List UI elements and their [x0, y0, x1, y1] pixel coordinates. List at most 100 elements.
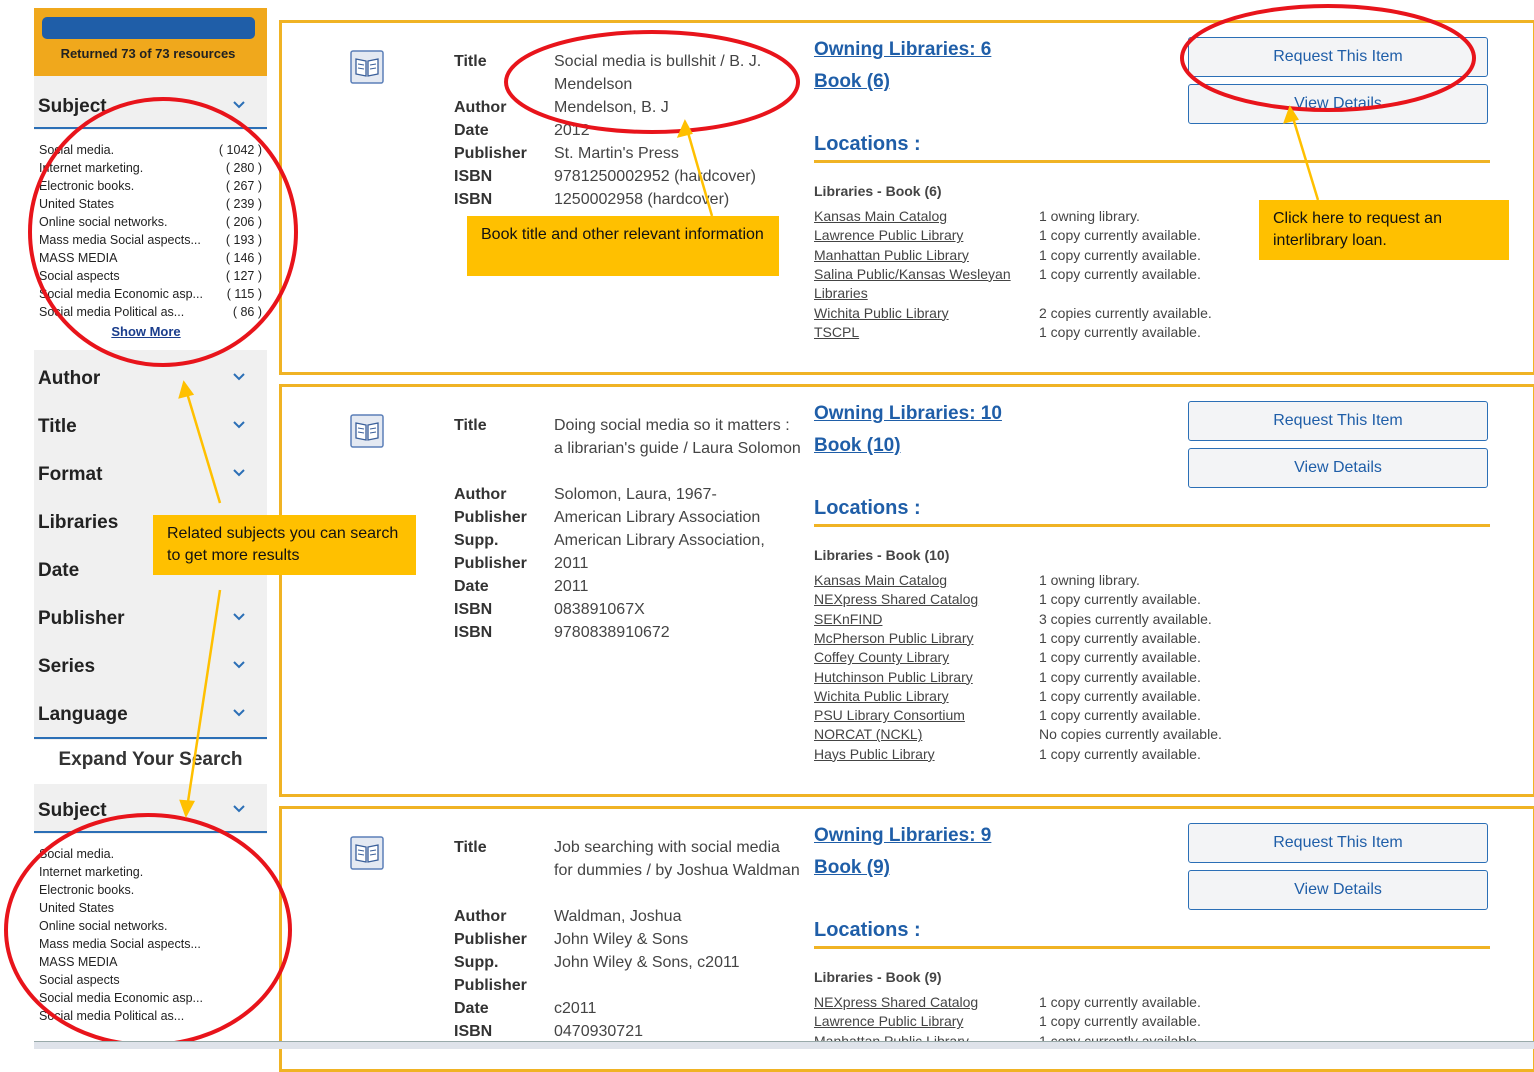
request-item-button[interactable]: Request This Item [1188, 37, 1488, 77]
subject-facet-item[interactable]: Online social networks. ( 206 ) [38, 214, 262, 232]
request-item-button[interactable]: Request This Item [1188, 401, 1488, 441]
facet-language[interactable]: Language [34, 696, 267, 736]
view-details-button[interactable]: View Details [1188, 448, 1488, 488]
field-label: Publisher [454, 145, 527, 162]
format-link[interactable]: Book (6) [814, 71, 890, 93]
library-status: 1 owning library. [1039, 208, 1140, 224]
view-details-button[interactable]: View Details [1188, 870, 1488, 910]
facet-title[interactable]: Title [34, 408, 267, 448]
library-link[interactable]: SEKnFIND [814, 610, 1029, 629]
subject-facet-item[interactable]: Social media Economic asp... ( 115 ) [38, 286, 262, 304]
chevron-down-icon [233, 469, 245, 477]
subject-facet-item[interactable]: Social aspects ( 127 ) [38, 268, 262, 286]
library-status: 1 copy currently available. [1039, 246, 1201, 263]
library-link[interactable]: Salina Public/Kansas Wesleyan Libraries [814, 265, 1029, 303]
format-link[interactable]: Book (10) [814, 435, 901, 457]
chevron-down-icon [233, 709, 245, 717]
subject-facet-item[interactable]: MASS MEDIA ( 146 ) [38, 250, 262, 268]
library-link[interactable]: Lawrence Public Library [814, 1012, 1029, 1031]
facet-format[interactable]: Format [34, 456, 267, 496]
expand-subject-item[interactable]: Social media Political as... [38, 1008, 262, 1026]
field-value: St. Martin's Press [554, 145, 679, 162]
library-status: 1 copy currently available. [1039, 994, 1201, 1010]
expand-subject-item[interactable]: Mass media Social aspects... [38, 936, 262, 954]
library-status: 3 copies currently available. [1039, 610, 1212, 627]
subject-name: Electronic books. [39, 883, 135, 897]
subject-name: United States [39, 197, 115, 211]
library-status: 1 copy currently available. [1039, 591, 1201, 608]
facet-publisher-label: Publisher [38, 608, 125, 629]
book-icon [350, 414, 384, 448]
expand-subject-item[interactable]: MASS MEDIA [38, 954, 262, 972]
field-label: Author [454, 908, 507, 925]
subject-facet-item[interactable]: Electronic books. ( 267 ) [38, 178, 262, 196]
library-link[interactable]: NORCAT (NCKL) [814, 725, 1029, 744]
locations-divider [814, 946, 1490, 949]
owning-libraries-link[interactable]: Owning Libraries: 6 [814, 39, 991, 61]
owning-libraries-link[interactable]: Owning Libraries: 10 [814, 403, 1002, 425]
libraries-subheading: Libraries - Book (6) [814, 183, 942, 199]
facet-author[interactable]: Author [34, 360, 267, 400]
expand-subject-item[interactable]: Online social networks. [38, 918, 262, 936]
show-more-link[interactable]: Show More [34, 324, 258, 339]
facet-format-label: Format [38, 464, 103, 485]
library-status: 1 copy currently available. [1039, 649, 1201, 666]
subject-name: MASS MEDIA [39, 955, 118, 969]
library-link[interactable]: Manhattan Public Library [814, 246, 1029, 265]
expand-subject-item[interactable]: United States [38, 900, 262, 918]
expand-subject-item[interactable]: Social aspects [38, 972, 262, 990]
facet-subject[interactable]: Subject [34, 88, 267, 128]
library-link[interactable]: NEXpress Shared Catalog [814, 590, 1029, 609]
library-link[interactable]: Kansas Main Catalog [814, 207, 1029, 226]
expand-facet-subject-label: Subject [38, 800, 107, 821]
field-label: ISBN [454, 1023, 493, 1040]
format-link[interactable]: Book (9) [814, 857, 890, 879]
expand-facet-subject[interactable]: Subject [34, 792, 267, 832]
field-label: Title [454, 53, 487, 70]
library-status: No copies currently available. [1039, 726, 1222, 743]
field-value: 9780838910672 [554, 624, 670, 641]
library-link[interactable]: Wichita Public Library [814, 304, 1029, 323]
field-value: Solomon, Laura, 1967- [554, 486, 717, 503]
locations-title: Locations : [814, 133, 921, 155]
subject-facet-item[interactable]: United States ( 239 ) [38, 196, 262, 214]
subject-facet-item[interactable]: Mass media Social aspects... ( 193 ) [38, 232, 262, 250]
libraries-subheading: Libraries - Book (10) [814, 547, 950, 563]
library-link[interactable]: PSU Library Consortium [814, 706, 1029, 725]
library-link[interactable]: McPherson Public Library [814, 629, 1029, 648]
view-details-button[interactable]: View Details [1188, 84, 1488, 124]
subject-facet-item[interactable]: Internet marketing. ( 280 ) [38, 160, 262, 178]
owning-libraries-link[interactable]: Owning Libraries: 9 [814, 825, 991, 847]
subject-facet-item[interactable]: Social media. ( 1042 ) [38, 142, 262, 160]
request-item-button[interactable]: Request This Item [1188, 823, 1488, 863]
expand-subject-list: Social media. Internet marketing. Electron… [38, 846, 262, 1026]
facet-series[interactable]: Series [34, 648, 267, 688]
library-link[interactable]: Wichita Public Library [814, 687, 1029, 706]
library-link[interactable]: Lawrence Public Library [814, 226, 1029, 245]
subject-facet-list: Social media. ( 1042 ) Internet marketing.… [38, 142, 262, 322]
library-link[interactable]: Coffey County Library [814, 648, 1029, 667]
expand-subject-item[interactable]: Electronic books. [38, 882, 262, 900]
expand-subject-item[interactable]: Social media. [38, 846, 262, 864]
library-link[interactable]: TSCPL [814, 323, 1029, 342]
book-icon [350, 50, 384, 84]
library-link[interactable]: Kansas Main Catalog [814, 571, 1029, 590]
field-label: Publisher [454, 509, 527, 526]
library-link[interactable]: NEXpress Shared Catalog [814, 993, 1029, 1012]
expand-subject-item[interactable]: Social media Economic asp... [38, 990, 262, 1008]
field-label: Date [454, 578, 489, 595]
facet-divider [34, 831, 267, 833]
subject-count: ( 127 ) [225, 269, 262, 283]
library-link[interactable]: Hays Public Library [814, 745, 1029, 764]
expand-subject-item[interactable]: Internet marketing. [38, 864, 262, 882]
library-link[interactable]: Hutchinson Public Library [814, 668, 1029, 687]
subject-facet-item[interactable]: Social media Political as... ( 86 ) [38, 304, 262, 322]
facet-publisher[interactable]: Publisher [34, 600, 267, 640]
field-label: ISBN [454, 624, 493, 641]
library-status: 1 copy currently available. [1039, 227, 1201, 244]
library-status: 1 copy currently available. [1039, 745, 1201, 762]
subject-name: Social aspects [39, 973, 120, 987]
subject-name: Mass media Social aspects... [39, 937, 201, 951]
subject-name: Internet marketing. [39, 865, 144, 879]
field-label: Date [454, 1000, 489, 1017]
